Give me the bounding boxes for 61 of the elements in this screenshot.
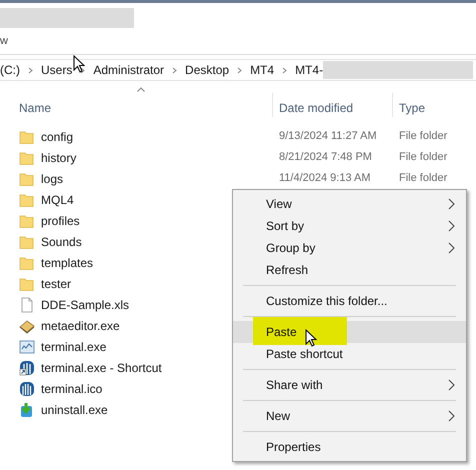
- file-name[interactable]: history: [41, 148, 76, 166]
- column-header[interactable]: Type: [399, 85, 459, 115]
- file-name[interactable]: DDE-Sample.xls: [41, 296, 130, 314]
- folder-icon: [19, 212, 35, 228]
- folder-icon: [19, 192, 35, 208]
- menu-item[interactable]: Group by: [233, 237, 466, 259]
- file-type: File folder: [399, 150, 448, 166]
- folder-icon: [19, 150, 35, 166]
- installer-icon: [19, 402, 35, 418]
- date-modified: 11/4/2024 9:13 AM: [279, 171, 371, 186]
- chevron-icon: [282, 66, 288, 74]
- document-icon: [19, 296, 35, 312]
- breadcrumb[interactable]: Administrator: [93, 61, 164, 79]
- cursor-icon: [73, 55, 85, 74]
- file-name[interactable]: MQL4: [41, 190, 74, 208]
- file-name[interactable]: terminal.exe: [41, 338, 106, 356]
- menu-item[interactable]: View: [233, 193, 466, 215]
- file-name[interactable]: terminal.exe - Shortcut: [41, 358, 162, 376]
- bar-chart-icon: [19, 380, 35, 396]
- date-modified: 9/13/2024 11:27 AM: [279, 129, 377, 144]
- menu-item[interactable]: Paste shortcut: [233, 343, 466, 365]
- column-header[interactable]: Date modified: [279, 85, 381, 115]
- book-icon: [19, 318, 35, 334]
- breadcrumb[interactable]: MT4: [250, 61, 274, 79]
- breadcrumb[interactable]: (C:): [0, 61, 20, 79]
- folder-icon: [19, 128, 35, 144]
- file-type: File folder: [399, 129, 448, 144]
- folder-icon: [19, 276, 35, 292]
- folder-icon: [19, 234, 35, 250]
- window-icon: [19, 338, 35, 354]
- cursor-icon: [305, 329, 317, 348]
- file-name[interactable]: metaeditor.exe: [41, 316, 120, 334]
- date-modified: 8/21/2024 7:48 PM: [279, 150, 372, 166]
- menu-item[interactable]: Customize this folder...: [233, 290, 466, 312]
- menu-item[interactable]: Refresh: [233, 259, 466, 281]
- ribbon-tab[interactable]: w: [0, 33, 8, 50]
- bar-chart-icon: [19, 360, 35, 376]
- chevron-icon: [80, 66, 86, 74]
- folder-icon: [19, 170, 35, 186]
- menu-item[interactable]: Sort by: [233, 215, 466, 237]
- breadcrumb[interactable]: Users: [41, 61, 72, 79]
- chevron-icon: [237, 66, 242, 74]
- chevron-icon: [28, 66, 33, 74]
- breadcrumb[interactable]: MT4-: [295, 61, 324, 79]
- breadcrumb[interactable]: Desktop: [185, 61, 230, 79]
- file-name[interactable]: profiles: [41, 212, 80, 230]
- file-name[interactable]: tester: [41, 274, 72, 292]
- sort-ascending-icon: [136, 87, 144, 92]
- file-name[interactable]: config: [41, 128, 74, 146]
- file-name[interactable]: Sounds: [41, 232, 82, 250]
- menu-item[interactable]: New: [233, 405, 466, 427]
- file-type: File folder: [399, 171, 448, 186]
- chevron-icon: [172, 66, 178, 74]
- column-header[interactable]: Name: [19, 85, 254, 115]
- folder-icon: [19, 254, 35, 270]
- file-name[interactable]: uninstall.exe: [41, 400, 108, 418]
- file-name[interactable]: logs: [41, 170, 64, 188]
- file-name[interactable]: templates: [41, 254, 94, 272]
- menu-item[interactable]: Share with: [233, 374, 466, 396]
- file-name[interactable]: terminal.ico: [41, 380, 102, 398]
- menu-item[interactable]: Properties: [233, 436, 466, 458]
